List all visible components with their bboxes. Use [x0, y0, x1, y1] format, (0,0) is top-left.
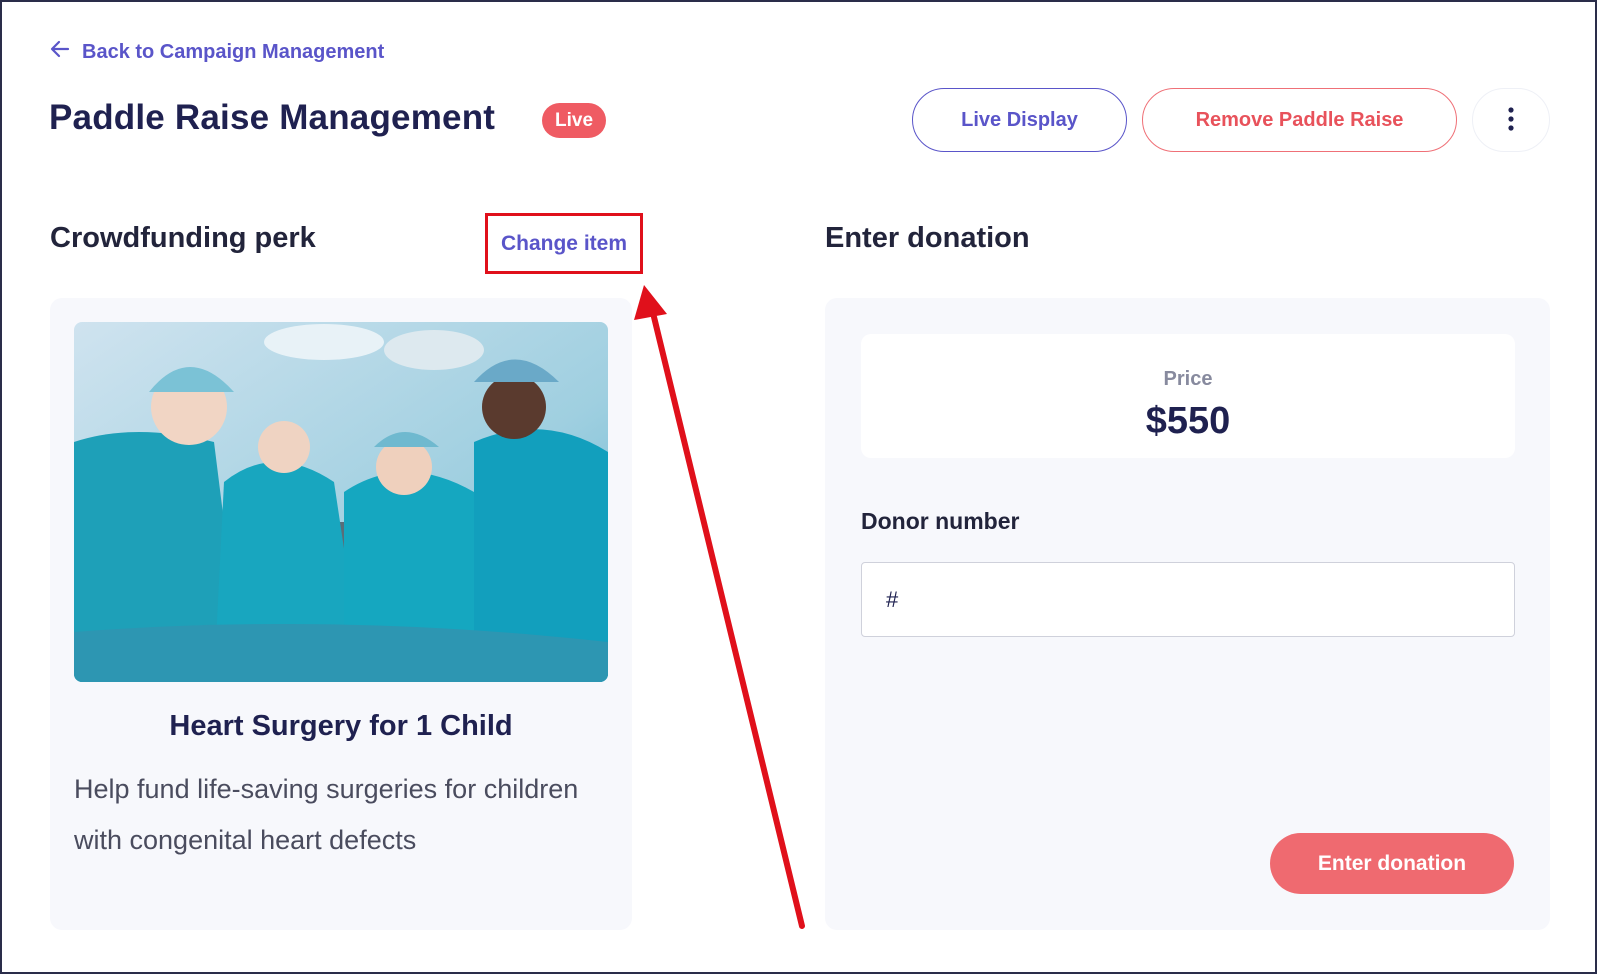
perk-card: Heart Surgery for 1 Child Help fund life…: [50, 298, 632, 930]
donation-card: Price $550 Donor number Enter donation: [825, 298, 1550, 930]
perk-item-title: Heart Surgery for 1 Child: [169, 710, 513, 742]
back-to-campaign-link[interactable]: Back to Campaign Management: [50, 39, 384, 65]
arrow-left-icon: [50, 39, 70, 65]
back-link-label: Back to Campaign Management: [82, 40, 385, 63]
enter-donation-button[interactable]: Enter donation: [1270, 833, 1514, 894]
page-title: Paddle Raise Management: [49, 98, 496, 137]
donor-number-label: Donor number: [861, 508, 1020, 534]
price-box: Price $550: [861, 334, 1515, 458]
price-value: $550: [1145, 400, 1231, 442]
vertical-dots-icon: [1508, 106, 1514, 134]
donor-number-input[interactable]: [861, 562, 1515, 637]
enter-donation-heading: Enter donation: [825, 222, 1030, 254]
price-label: Price: [1163, 368, 1213, 390]
page-frame: Back to Campaign Management Paddle Raise…: [0, 0, 1597, 974]
more-options-button[interactable]: [1472, 88, 1550, 152]
perk-item-description: Help fund life-saving surgeries for chil…: [74, 774, 579, 855]
perk-image: [74, 322, 608, 682]
remove-paddle-raise-button[interactable]: Remove Paddle Raise: [1142, 88, 1457, 152]
change-item-link[interactable]: Change item: [485, 213, 643, 274]
crowdfunding-perk-heading: Crowdfunding perk: [50, 222, 316, 254]
live-display-button[interactable]: Live Display: [912, 88, 1127, 152]
live-status-badge: Live: [542, 103, 607, 138]
